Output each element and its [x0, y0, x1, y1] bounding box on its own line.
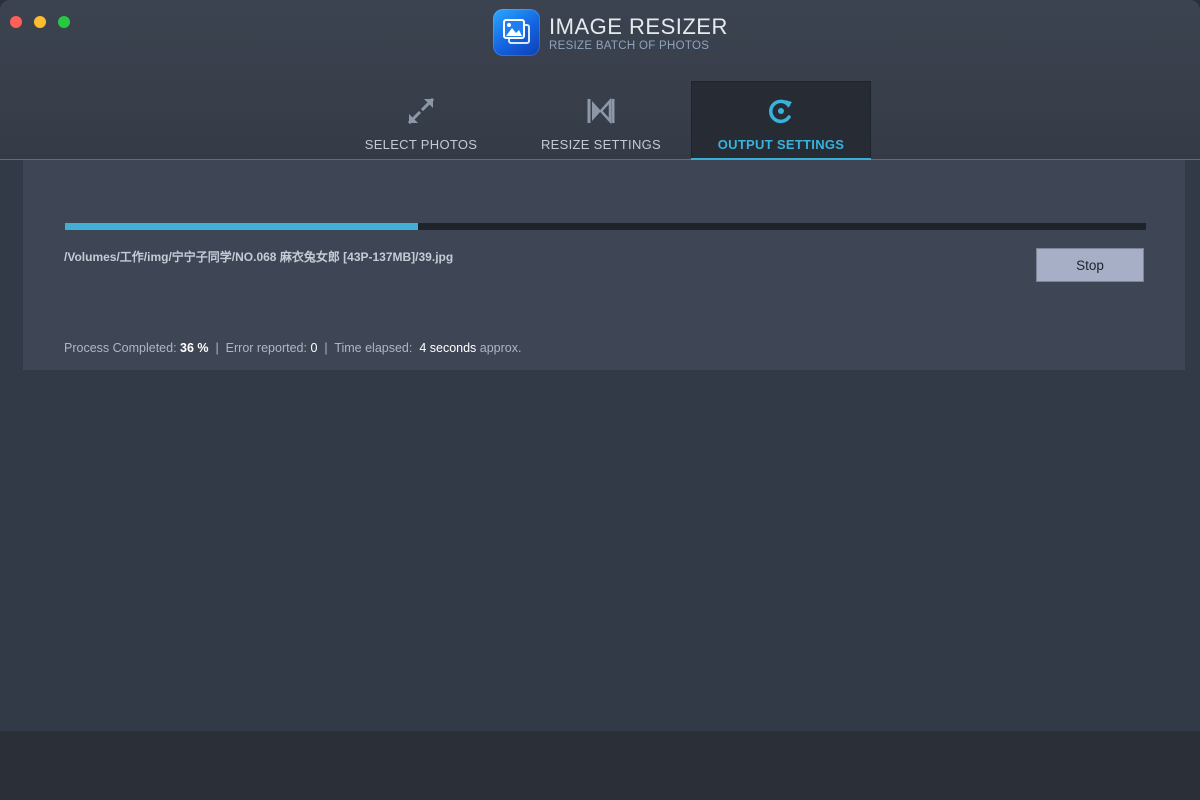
- app-subtitle: RESIZE BATCH OF PHOTOS: [549, 40, 710, 52]
- header: IMAGE RESIZER RESIZE BATCH OF PHOTOS SEL…: [0, 0, 1200, 160]
- progress-panel: /Volumes/工作/img/宁宁子同学/NO.068 麻衣兔女郎 [43P-…: [23, 160, 1185, 370]
- elapsed-label: Time elapsed:: [334, 341, 420, 355]
- close-window-button[interactable]: [10, 16, 22, 28]
- tab-select-photos[interactable]: SELECT PHOTOS: [331, 81, 511, 159]
- error-label: Error reported:: [225, 341, 311, 355]
- progress-bar-fill: [65, 223, 419, 230]
- elapsed-suffix: approx.: [476, 341, 522, 355]
- tab-label: RESIZE SETTINGS: [540, 137, 662, 152]
- resize-bowtie-icon: [587, 97, 615, 125]
- completed-label: Process Completed:: [64, 341, 181, 355]
- app-title: IMAGE RESIZER: [549, 14, 728, 39]
- separator: |: [208, 341, 226, 355]
- expand-arrows-icon: [407, 97, 435, 125]
- stop-button[interactable]: Stop: [1036, 248, 1144, 282]
- footer-bar: [0, 731, 1200, 800]
- minimize-window-button[interactable]: [34, 16, 46, 28]
- refresh-cycle-icon: [769, 99, 792, 124]
- current-file-path: /Volumes/工作/img/宁宁子同学/NO.068 麻衣兔女郎 [43P-…: [64, 250, 454, 264]
- app-window: IMAGE RESIZER RESIZE BATCH OF PHOTOS SEL…: [0, 0, 1200, 800]
- separator: |: [317, 341, 335, 355]
- tab-output-settings[interactable]: OUTPUT SETTINGS: [691, 81, 871, 160]
- tab-label: SELECT PHOTOS: [364, 137, 478, 152]
- status-line: Process Completed: 36 % | Error reported…: [64, 341, 521, 355]
- progress-bar: [65, 223, 1146, 230]
- elapsed-value: 4 seconds: [419, 341, 477, 355]
- tab-label: OUTPUT SETTINGS: [717, 137, 845, 152]
- tab-resize-settings[interactable]: RESIZE SETTINGS: [511, 81, 691, 159]
- completed-value: 36 %: [180, 341, 209, 355]
- zoom-window-button[interactable]: [58, 16, 70, 28]
- app-photos-icon: [493, 9, 540, 56]
